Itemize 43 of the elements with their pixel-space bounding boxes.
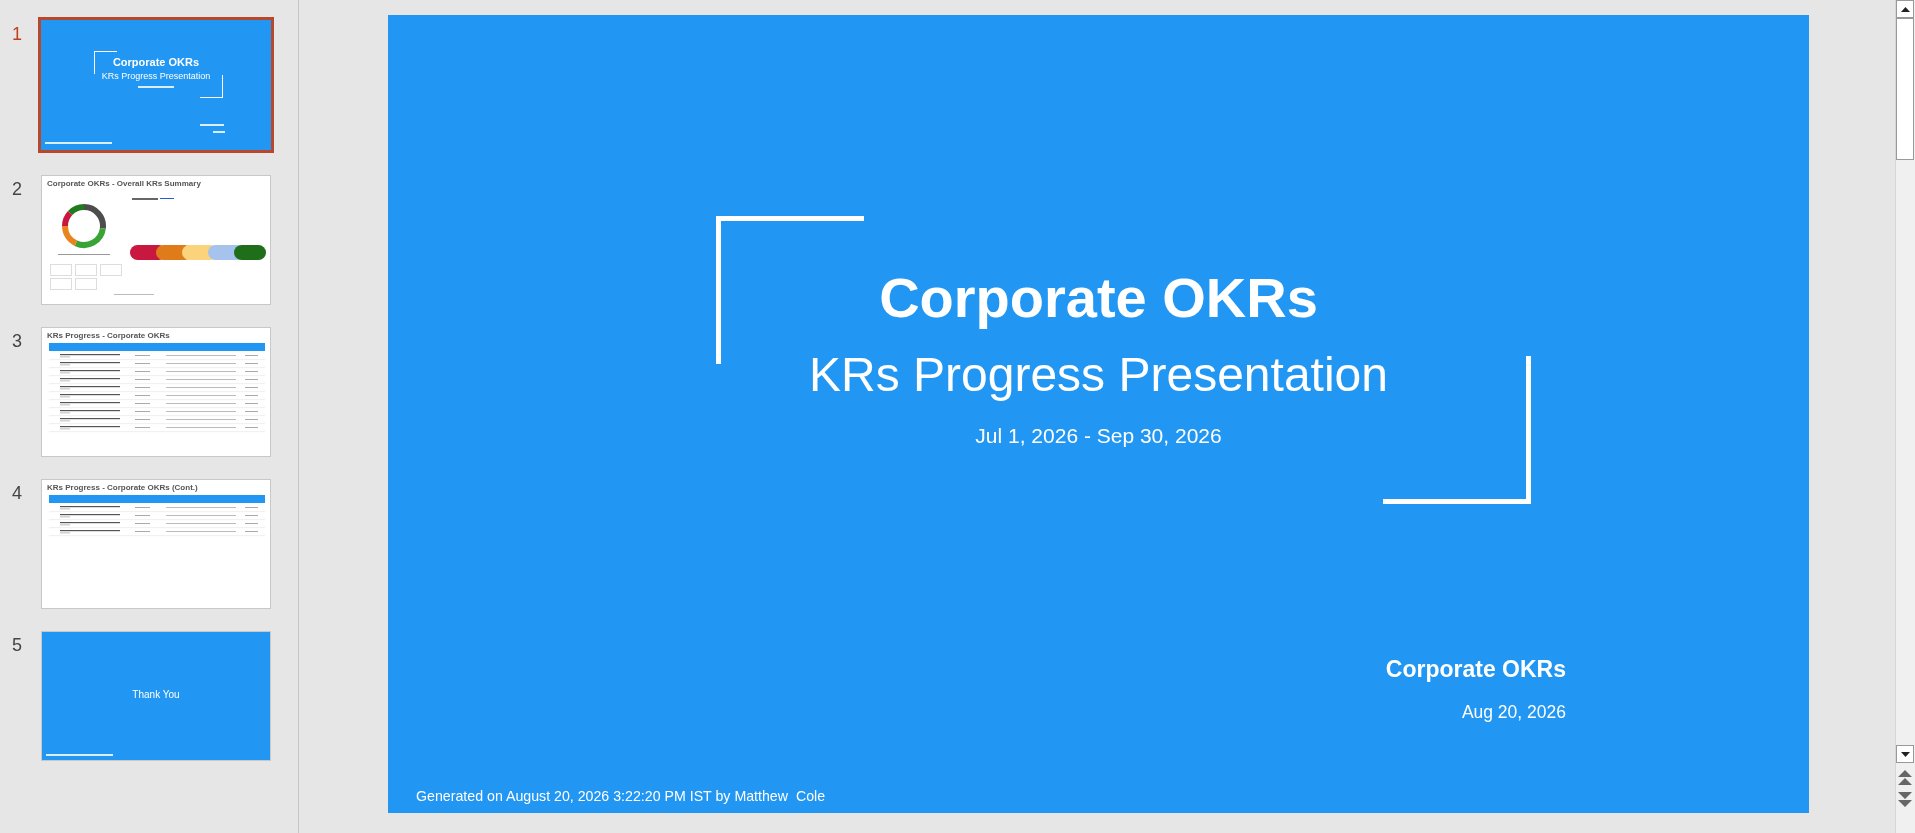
- scroll-thumb[interactable]: [1896, 18, 1914, 160]
- slide-number: 4: [11, 483, 23, 503]
- slide-thumbnail[interactable]: KRs Progress - Corporate OKRs: [41, 327, 271, 457]
- text-line-drawing: [114, 294, 154, 295]
- text-line-drawing: [132, 198, 158, 200]
- date-range: Jul 1, 2026 - Sep 30, 2026: [975, 423, 1222, 449]
- up-arrow-icon: [1900, 6, 1910, 12]
- text-line-drawing: [46, 754, 113, 756]
- slide-number: 2: [11, 179, 23, 199]
- legend-card: [75, 264, 97, 276]
- slide-title: KRs Progress - Corporate OKRs: [47, 331, 170, 341]
- slide-title: Corporate OKRs: [112, 56, 200, 69]
- slide-title: Corporate OKRs - Overall KRs Summary: [47, 179, 201, 189]
- down-arrow-icon: [1900, 751, 1910, 757]
- next-slide-icon[interactable]: [1898, 792, 1912, 807]
- scrollbar[interactable]: [1895, 0, 1915, 833]
- slide-title: KRs Progress - Corporate OKRs (Cont.): [47, 483, 198, 493]
- slide-footer: Generated on August 20, 2026 3:22:20 PM IST by Matthew Cole: [416, 786, 826, 806]
- text-line-drawing: [138, 86, 174, 88]
- text-line-drawing: [45, 142, 112, 144]
- slide-subtitle: KRs Progress Presentation: [101, 71, 211, 82]
- scroll-up-button[interactable]: [1896, 0, 1914, 18]
- slide-number: 1: [11, 24, 23, 44]
- legend-card: [75, 278, 97, 290]
- slide-thumbnail[interactable]: Corporate OKRs - Overall KRs Summary: [41, 175, 271, 305]
- slide-title: Thank You: [132, 689, 180, 701]
- presentation-date: Aug 20, 2026: [1461, 701, 1566, 723]
- slide-number: 3: [11, 331, 23, 351]
- legend-card: [50, 264, 72, 276]
- legend-card: [50, 278, 72, 290]
- scroll-down-button[interactable]: [1896, 745, 1914, 763]
- legend-card: [100, 264, 122, 276]
- slide-number: 5: [11, 635, 23, 655]
- slide-title: Corporate OKRs: [879, 265, 1318, 331]
- slide-subtitle: KRs Progress Presentation: [809, 347, 1388, 403]
- link-line-drawing: [160, 198, 174, 199]
- slide-thumbnail[interactable]: KRs Progress - Corporate OKRs (Cont.): [41, 479, 271, 609]
- organization-name: Corporate OKRs: [1385, 655, 1566, 683]
- text-line-drawing: [58, 254, 110, 255]
- text-line-drawing: [200, 124, 224, 126]
- progress-segment: [234, 245, 266, 260]
- text-line-drawing: [213, 131, 225, 133]
- previous-slide-icon[interactable]: [1898, 770, 1912, 785]
